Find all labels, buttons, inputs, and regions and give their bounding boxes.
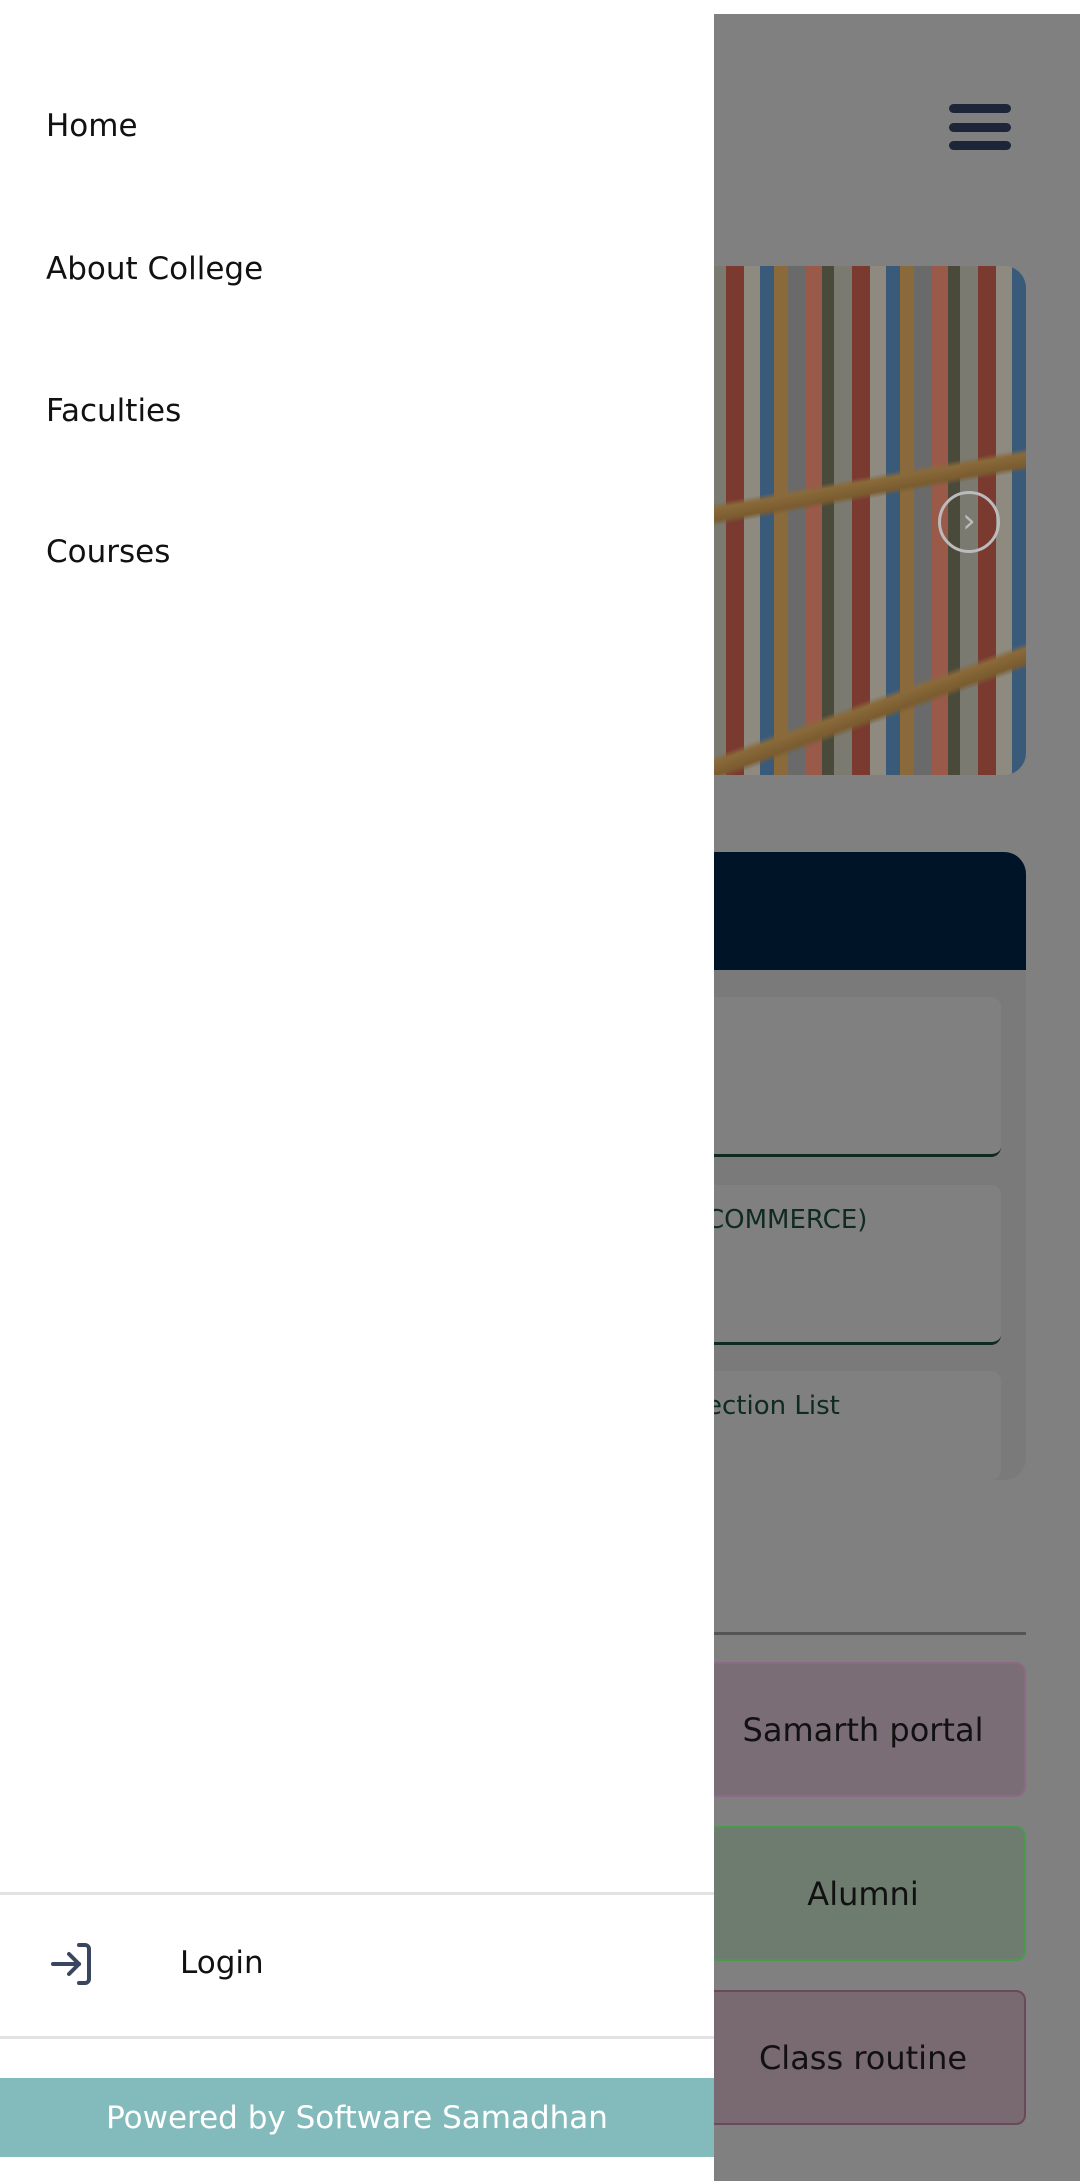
navigation-drawer: Home About College Faculties Courses Log… — [0, 0, 714, 2181]
powered-by-footer: Powered by Software Samadhan — [0, 2078, 714, 2157]
nav-item-home[interactable]: Home — [46, 108, 138, 144]
nav-item-courses[interactable]: Courses — [46, 534, 170, 570]
nav-item-faculties[interactable]: Faculties — [46, 393, 181, 429]
hamburger-icon[interactable] — [949, 104, 1011, 150]
nav-item-about-college[interactable]: About College — [46, 251, 263, 287]
divider — [0, 1892, 714, 1895]
tile-label: Alumni — [807, 1874, 919, 1913]
login-button[interactable]: Login — [0, 1897, 714, 2037]
divider — [0, 2036, 714, 2039]
login-icon — [51, 1943, 91, 1985]
chevron-right-circle-icon[interactable]: › — [938, 491, 1000, 553]
login-label: Login — [180, 1945, 264, 1981]
